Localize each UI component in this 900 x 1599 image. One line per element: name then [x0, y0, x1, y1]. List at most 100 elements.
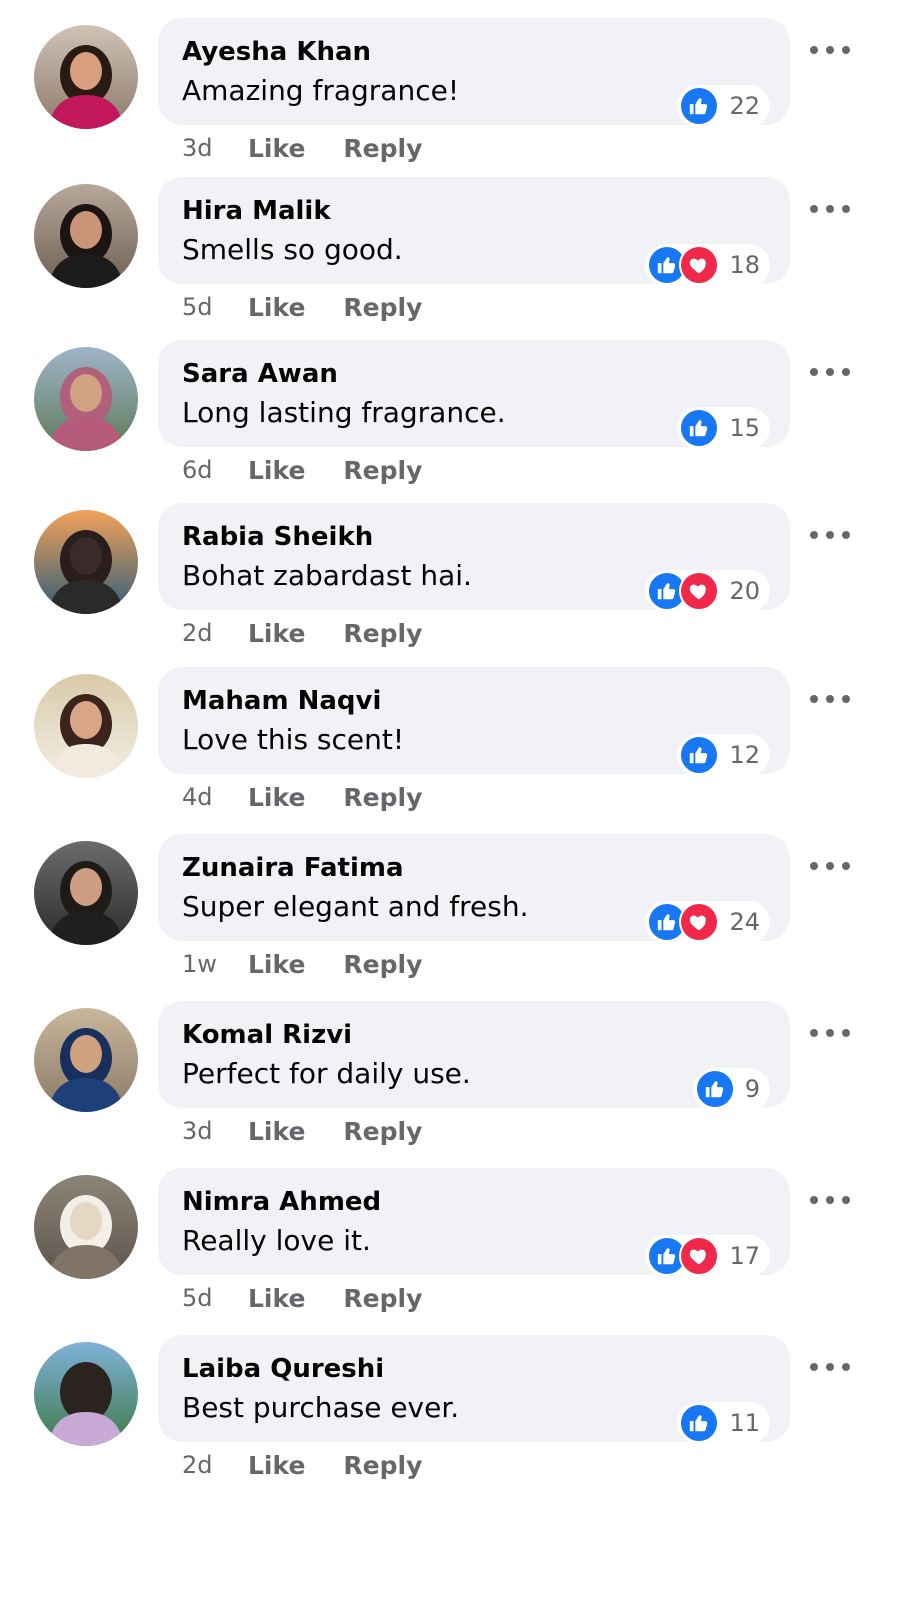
reaction-count: 11 — [729, 1409, 760, 1437]
avatar[interactable] — [34, 510, 138, 614]
more-options-icon[interactable] — [810, 197, 850, 221]
comment-timestamp[interactable]: 1w — [182, 950, 248, 978]
comment-author[interactable]: Nimra Ahmed — [182, 1185, 790, 1219]
reaction-summary[interactable]: 11 — [677, 1402, 770, 1444]
comment-meta: 5d Like Reply — [182, 1278, 460, 1318]
comment-author[interactable]: Laiba Qureshi — [182, 1352, 790, 1386]
comment-timestamp[interactable]: 2d — [182, 619, 248, 647]
comment-author[interactable]: Hira Malik — [182, 194, 790, 228]
like-button[interactable]: Like — [248, 950, 305, 979]
avatar-photo — [34, 841, 138, 945]
reaction-summary[interactable]: 24 — [645, 901, 770, 943]
comment-bubble: Maham Naqvi Love this scent! 12 — [158, 667, 790, 776]
reaction-summary[interactable]: 9 — [692, 1068, 770, 1110]
avatar-photo — [34, 674, 138, 778]
comment-author[interactable]: Rabia Sheikh — [182, 520, 790, 554]
avatar[interactable] — [34, 25, 138, 129]
comment-8: Nimra Ahmed Really love it. 17 5d Like R… — [0, 1168, 900, 1328]
comment-meta: 3d Like Reply — [182, 128, 460, 168]
reaction-count: 12 — [729, 741, 760, 769]
avatar-photo — [34, 1175, 138, 1279]
love-reaction-icon — [679, 1236, 720, 1276]
more-options-icon[interactable] — [810, 854, 850, 878]
reply-button[interactable]: Reply — [343, 134, 422, 163]
more-options-icon[interactable] — [810, 687, 850, 711]
reaction-count: 17 — [729, 1242, 760, 1270]
reaction-summary[interactable]: 12 — [677, 734, 770, 776]
love-reaction-icon — [679, 902, 720, 942]
comment-4: Rabia Sheikh Bohat zabardast hai. 20 2d … — [0, 503, 900, 663]
comment-timestamp[interactable]: 6d — [182, 456, 248, 484]
avatar-photo — [34, 347, 138, 451]
comment-bubble: Nimra Ahmed Really love it. 17 — [158, 1168, 790, 1277]
comment-bubble: Rabia Sheikh Bohat zabardast hai. 20 — [158, 503, 790, 612]
like-button[interactable]: Like — [248, 293, 305, 322]
like-button[interactable]: Like — [248, 783, 305, 812]
comment-timestamp[interactable]: 5d — [182, 1284, 248, 1312]
reply-button[interactable]: Reply — [343, 456, 422, 485]
like-button[interactable]: Like — [248, 134, 305, 163]
avatar[interactable] — [34, 347, 138, 451]
comment-author[interactable]: Sara Awan — [182, 357, 790, 391]
love-reaction-icon — [679, 245, 720, 285]
like-reaction-icon — [679, 1403, 720, 1443]
comment-timestamp[interactable]: 2d — [182, 1451, 248, 1479]
avatar[interactable] — [34, 674, 138, 778]
more-options-icon[interactable] — [810, 1188, 850, 1212]
reaction-summary[interactable]: 20 — [645, 570, 770, 612]
more-options-icon[interactable] — [810, 360, 850, 384]
like-button[interactable]: Like — [248, 456, 305, 485]
comment-author[interactable]: Zunaira Fatima — [182, 851, 790, 885]
like-button[interactable]: Like — [248, 1451, 305, 1480]
more-options-icon[interactable] — [810, 1355, 850, 1379]
reply-button[interactable]: Reply — [343, 293, 422, 322]
like-reaction-icon — [679, 86, 720, 126]
reaction-count: 9 — [744, 1075, 760, 1103]
comment-7: Komal Rizvi Perfect for daily use. 9 3d … — [0, 1001, 900, 1161]
like-button[interactable]: Like — [248, 1117, 305, 1146]
more-options-icon[interactable] — [810, 1021, 850, 1045]
reaction-count: 24 — [729, 908, 760, 936]
comment-author[interactable]: Maham Naqvi — [182, 684, 790, 718]
like-button[interactable]: Like — [248, 1284, 305, 1313]
comment-bubble: Ayesha Khan Amazing fragrance! 22 — [158, 18, 790, 127]
reaction-count: 20 — [729, 577, 760, 605]
comment-timestamp[interactable]: 3d — [182, 1117, 248, 1145]
avatar[interactable] — [34, 184, 138, 288]
reaction-summary[interactable]: 15 — [677, 407, 770, 449]
avatar[interactable] — [34, 1175, 138, 1279]
comment-meta: 4d Like Reply — [182, 777, 460, 817]
reaction-summary[interactable]: 17 — [645, 1235, 770, 1277]
more-options-icon[interactable] — [810, 523, 850, 547]
avatar[interactable] — [34, 1008, 138, 1112]
like-button[interactable]: Like — [248, 619, 305, 648]
reply-button[interactable]: Reply — [343, 1117, 422, 1146]
comment-timestamp[interactable]: 3d — [182, 134, 248, 162]
comment-meta: 2d Like Reply — [182, 613, 460, 653]
comment-meta: 3d Like Reply — [182, 1111, 460, 1151]
reply-button[interactable]: Reply — [343, 619, 422, 648]
comment-6: Zunaira Fatima Super elegant and fresh. … — [0, 834, 900, 994]
reaction-summary[interactable]: 22 — [677, 85, 770, 127]
comment-2: Hira Malik Smells so good. 18 5d Like Re… — [0, 177, 900, 337]
avatar[interactable] — [34, 1342, 138, 1446]
avatar-photo — [34, 184, 138, 288]
comment-author[interactable]: Komal Rizvi — [182, 1018, 790, 1052]
reaction-summary[interactable]: 18 — [645, 244, 770, 286]
like-reaction-icon — [679, 735, 720, 775]
avatar-photo — [34, 25, 138, 129]
reply-button[interactable]: Reply — [343, 1451, 422, 1480]
more-options-icon[interactable] — [810, 38, 850, 62]
avatar[interactable] — [34, 841, 138, 945]
comment-timestamp[interactable]: 5d — [182, 293, 248, 321]
reply-button[interactable]: Reply — [343, 950, 422, 979]
reply-button[interactable]: Reply — [343, 783, 422, 812]
comment-meta: 2d Like Reply — [182, 1445, 460, 1485]
love-reaction-icon — [679, 571, 720, 611]
comment-bubble: Zunaira Fatima Super elegant and fresh. … — [158, 834, 790, 943]
comment-author[interactable]: Ayesha Khan — [182, 35, 790, 69]
comment-3: Sara Awan Long lasting fragrance. 15 6d … — [0, 340, 900, 500]
reply-button[interactable]: Reply — [343, 1284, 422, 1313]
comment-timestamp[interactable]: 4d — [182, 783, 248, 811]
comment-bubble: Hira Malik Smells so good. 18 — [158, 177, 790, 286]
